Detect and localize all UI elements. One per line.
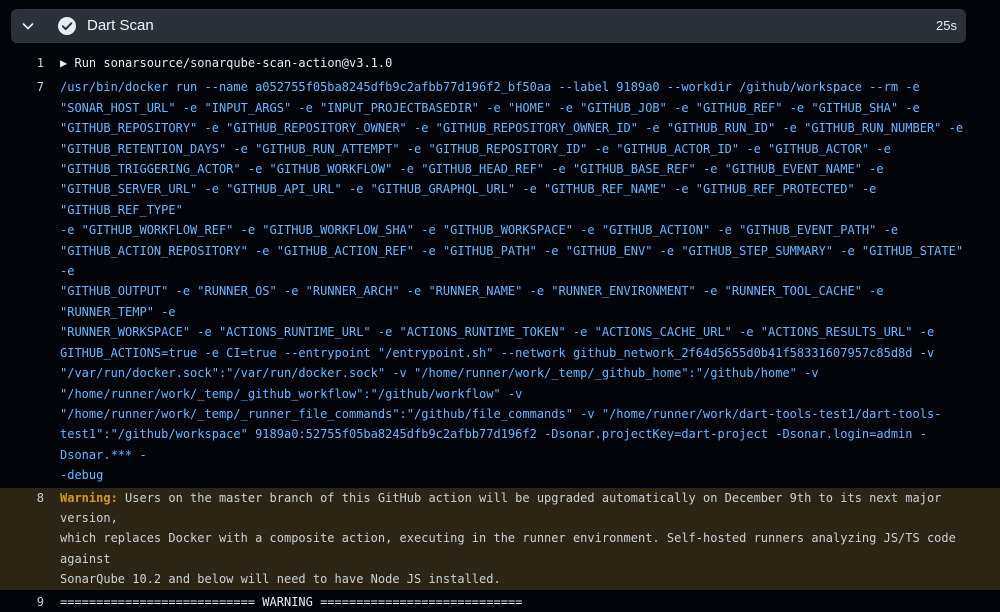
- command-row: /usr/bin/docker run --name a052755f05ba8…: [60, 80, 920, 95]
- log-line-warning: 8 Warning: Users on the master branch of…: [0, 487, 1000, 590]
- command-row: GITHUB_ACTIONS=true -e CI=true --entrypo…: [60, 345, 935, 360]
- group-toggle[interactable]: ▶ Run sonarsource/sonarqube-scan-action@…: [60, 53, 966, 73]
- group-title: Run sonarsource/sonarqube-scan-action@v3…: [74, 56, 393, 70]
- check-circle-icon: [58, 17, 76, 35]
- chevron-down-icon[interactable]: [20, 18, 36, 34]
- command-row: "/home/runner/work/_temp/_github_workflo…: [60, 386, 523, 401]
- command-row: "GITHUB_OUTPUT" -e "RUNNER_OS" -e "RUNNE…: [60, 284, 891, 319]
- command-row: "GITHUB_RETENTION_DAYS" -e "GITHUB_RUN_A…: [60, 141, 891, 156]
- command-row: "RUNNER_WORKSPACE" -e "ACTIONS_RUNTIME_U…: [60, 325, 935, 340]
- warning-row: Users on the master branch of this GitHu…: [60, 490, 949, 525]
- log-line-separator: 9 =========================== WARNING ==…: [0, 592, 1000, 612]
- command-row: "GITHUB_SERVER_URL" -e "GITHUB_API_URL" …: [60, 182, 884, 217]
- warning-label: Warning:: [60, 490, 118, 505]
- separator-text: =========================== WARNING ====…: [60, 594, 523, 609]
- warning-row: SonarQube 10.2 and below will need to ha…: [60, 572, 501, 587]
- expand-arrow-icon[interactable]: ▶: [60, 56, 67, 70]
- command-row: -e "GITHUB_WORKFLOW_REF" -e "GITHUB_WORK…: [60, 223, 899, 238]
- step-header[interactable]: Dart Scan 25s: [11, 9, 966, 43]
- command-row: "GITHUB_REPOSITORY" -e "GITHUB_REPOSITOR…: [60, 121, 964, 136]
- log-line-group[interactable]: 1 ▶ Run sonarsource/sonarqube-scan-actio…: [0, 53, 1000, 73]
- log-line-command: 7 /usr/bin/docker run --name a052755f05b…: [0, 77, 1000, 485]
- log-output: 1 ▶ Run sonarsource/sonarqube-scan-actio…: [0, 53, 1000, 612]
- warning-text: Warning: Users on the master branch of t…: [60, 488, 966, 590]
- line-number[interactable]: 7: [0, 77, 60, 485]
- step-duration: 25s: [936, 18, 957, 33]
- step-title: Dart Scan: [87, 17, 154, 34]
- command-row: "GITHUB_TRIGGERING_ACTOR" -e "GITHUB_WOR…: [60, 162, 884, 177]
- command-row: "/var/run/docker.sock":"/var/run/docker.…: [60, 366, 819, 381]
- command-row: "GITHUB_ACTION_REPOSITORY" -e "GITHUB_AC…: [60, 243, 971, 279]
- line-number[interactable]: 9: [0, 592, 60, 612]
- command-row: "/home/runner/work/_temp/_runner_file_co…: [60, 406, 942, 421]
- warning-row: which replaces Docker with a composite a…: [60, 531, 964, 566]
- command-row: "SONAR_HOST_URL" -e "INPUT_ARGS" -e "INP…: [60, 100, 920, 115]
- command-row: -debug: [60, 468, 104, 483]
- command-row: test1":"/github/workspace" 9189a0:52755f…: [60, 427, 927, 462]
- line-number[interactable]: 1: [0, 53, 60, 73]
- command-text: /usr/bin/docker run --name a052755f05ba8…: [60, 77, 966, 485]
- line-number[interactable]: 8: [0, 488, 60, 590]
